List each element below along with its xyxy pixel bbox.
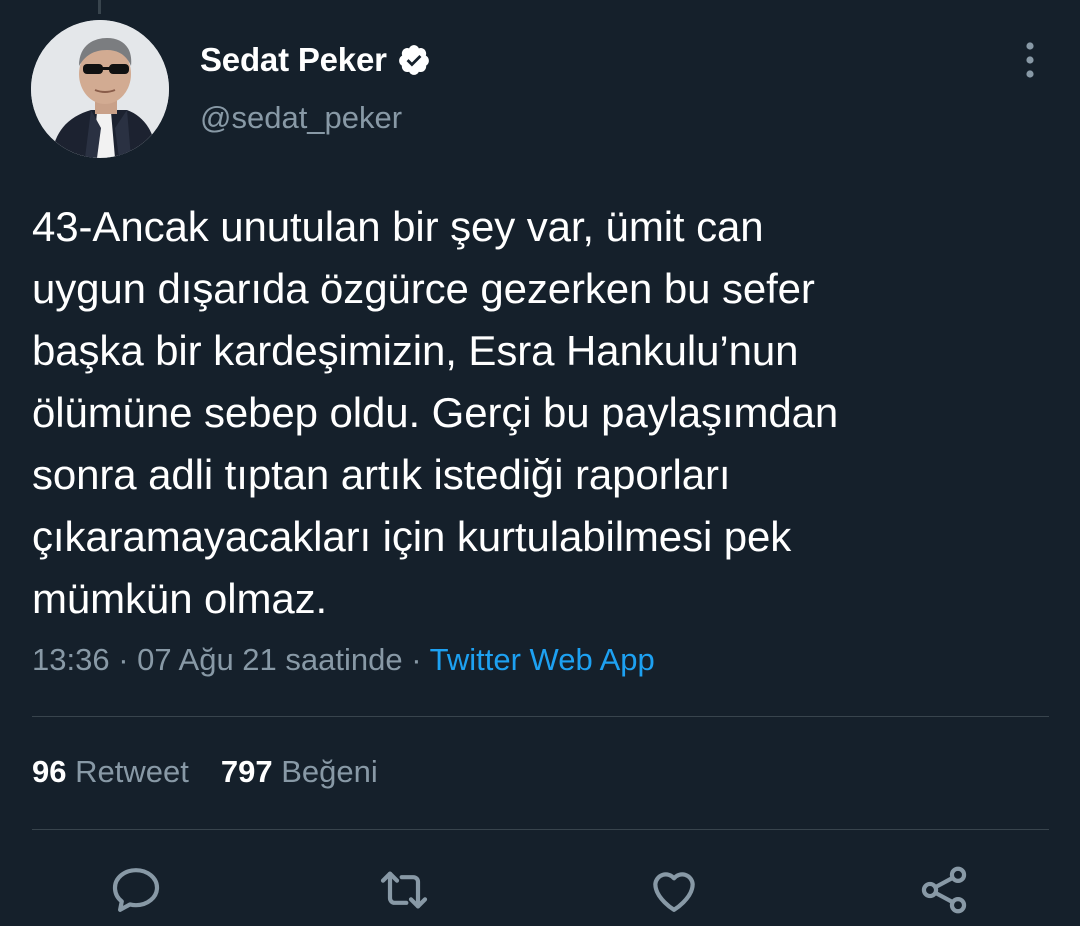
meta-separator: · xyxy=(118,642,129,677)
meta-separator: · xyxy=(411,642,422,677)
retweet-icon[interactable] xyxy=(376,862,432,918)
share-icon[interactable] xyxy=(916,862,972,918)
like-stat[interactable]: 797 Beğeni xyxy=(221,754,378,789)
user-handle[interactable]: @sedat_peker xyxy=(200,100,402,136)
retweet-label: Retweet xyxy=(75,754,189,789)
retweet-count: 96 xyxy=(32,754,67,789)
reply-icon[interactable] xyxy=(108,862,164,918)
tweet-stats: 96 Retweet 797 Beğeni xyxy=(32,754,378,790)
author-name-row: Sedat Peker xyxy=(200,40,431,80)
heart-icon[interactable] xyxy=(646,862,702,918)
verified-badge-icon xyxy=(397,43,431,77)
retweet-stat[interactable]: 96 Retweet xyxy=(32,754,189,789)
thread-connector-line xyxy=(98,0,101,14)
like-count: 797 xyxy=(220,754,273,789)
display-name[interactable]: Sedat Peker xyxy=(200,41,387,79)
tweet-meta: 13:36 · 07 Ağu 21 saatinde · Twitter Web… xyxy=(32,642,655,678)
tweet-date: 07 Ağu 21 saatinde xyxy=(137,642,403,677)
tweet-source-link[interactable]: Twitter Web App xyxy=(430,642,655,677)
tweet-time: 13:36 xyxy=(32,642,110,677)
tweet-actions xyxy=(0,862,1080,922)
divider xyxy=(32,829,1049,830)
divider xyxy=(32,716,1049,717)
like-label: Beğeni xyxy=(281,754,378,789)
avatar[interactable] xyxy=(31,20,169,158)
tweet-text: 43-Ancak unutulan bir şey var, ümit can … xyxy=(32,203,839,622)
avatar-image xyxy=(31,20,169,158)
more-vertical-icon[interactable] xyxy=(1010,40,1050,80)
